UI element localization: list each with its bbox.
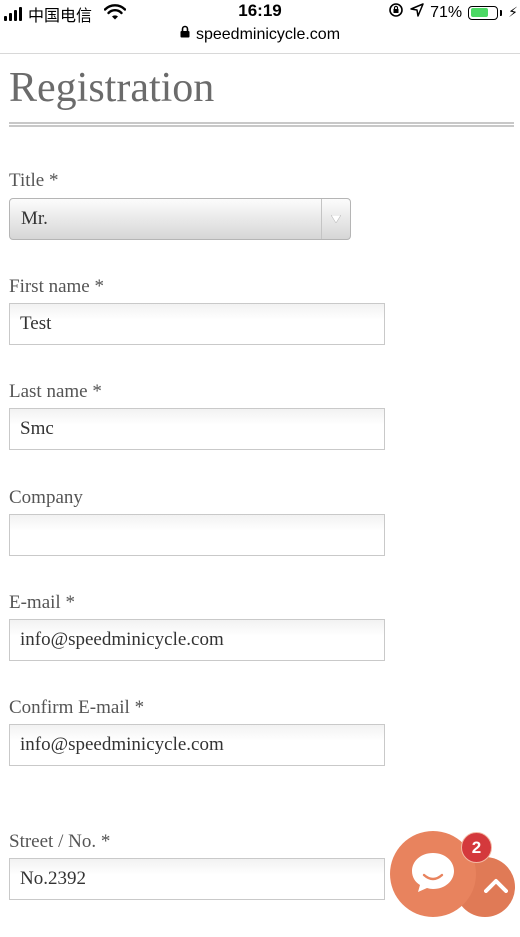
last-name-label: Last name * (9, 381, 102, 402)
title-divider (9, 122, 514, 127)
last-name-input[interactable] (9, 408, 385, 450)
battery-tip (500, 9, 503, 16)
status-bar: 中国电信 16:19 71% ⚡ (0, 0, 520, 25)
company-field: Company (9, 487, 385, 556)
battery-percent: 71% (430, 3, 463, 21)
location-arrow-icon (410, 3, 424, 22)
title-selected-value: Mr. (21, 208, 48, 229)
company-input[interactable] (9, 514, 385, 556)
street-label: Street / No. * (9, 831, 111, 852)
company-label: Company (9, 487, 83, 508)
charging-bolt-icon: ⚡ (508, 4, 518, 20)
email-label: E-mail * (9, 592, 75, 613)
lock-icon (180, 23, 190, 45)
unread-count-badge: 2 (461, 832, 492, 863)
confirm-email-field: Confirm E-mail * (9, 697, 385, 766)
address-bar[interactable]: speedminicycle.com (0, 24, 520, 54)
page-title: Registration (9, 65, 215, 111)
confirm-email-label: Confirm E-mail * (9, 697, 145, 718)
title-field: Title * Mr. (9, 170, 351, 240)
first-name-label: First name * (9, 276, 104, 297)
email-field: E-mail * (9, 592, 385, 661)
chat-bubble-icon (410, 851, 456, 898)
chevron-up-icon (484, 877, 508, 898)
title-label: Title * (9, 170, 59, 191)
battery-icon (468, 5, 499, 20)
confirm-email-input[interactable] (9, 724, 385, 766)
first-name-field: First name * (9, 276, 385, 345)
title-select[interactable]: Mr. (9, 198, 351, 240)
street-input[interactable] (9, 858, 385, 900)
orientation-lock-icon (388, 2, 404, 23)
first-name-input[interactable] (9, 303, 385, 345)
email-input[interactable] (9, 619, 385, 661)
chevron-down-icon[interactable] (321, 199, 350, 239)
url-domain: speedminicycle.com (195, 26, 341, 44)
last-name-field: Last name * (9, 381, 385, 450)
street-field: Street / No. * (9, 831, 385, 900)
